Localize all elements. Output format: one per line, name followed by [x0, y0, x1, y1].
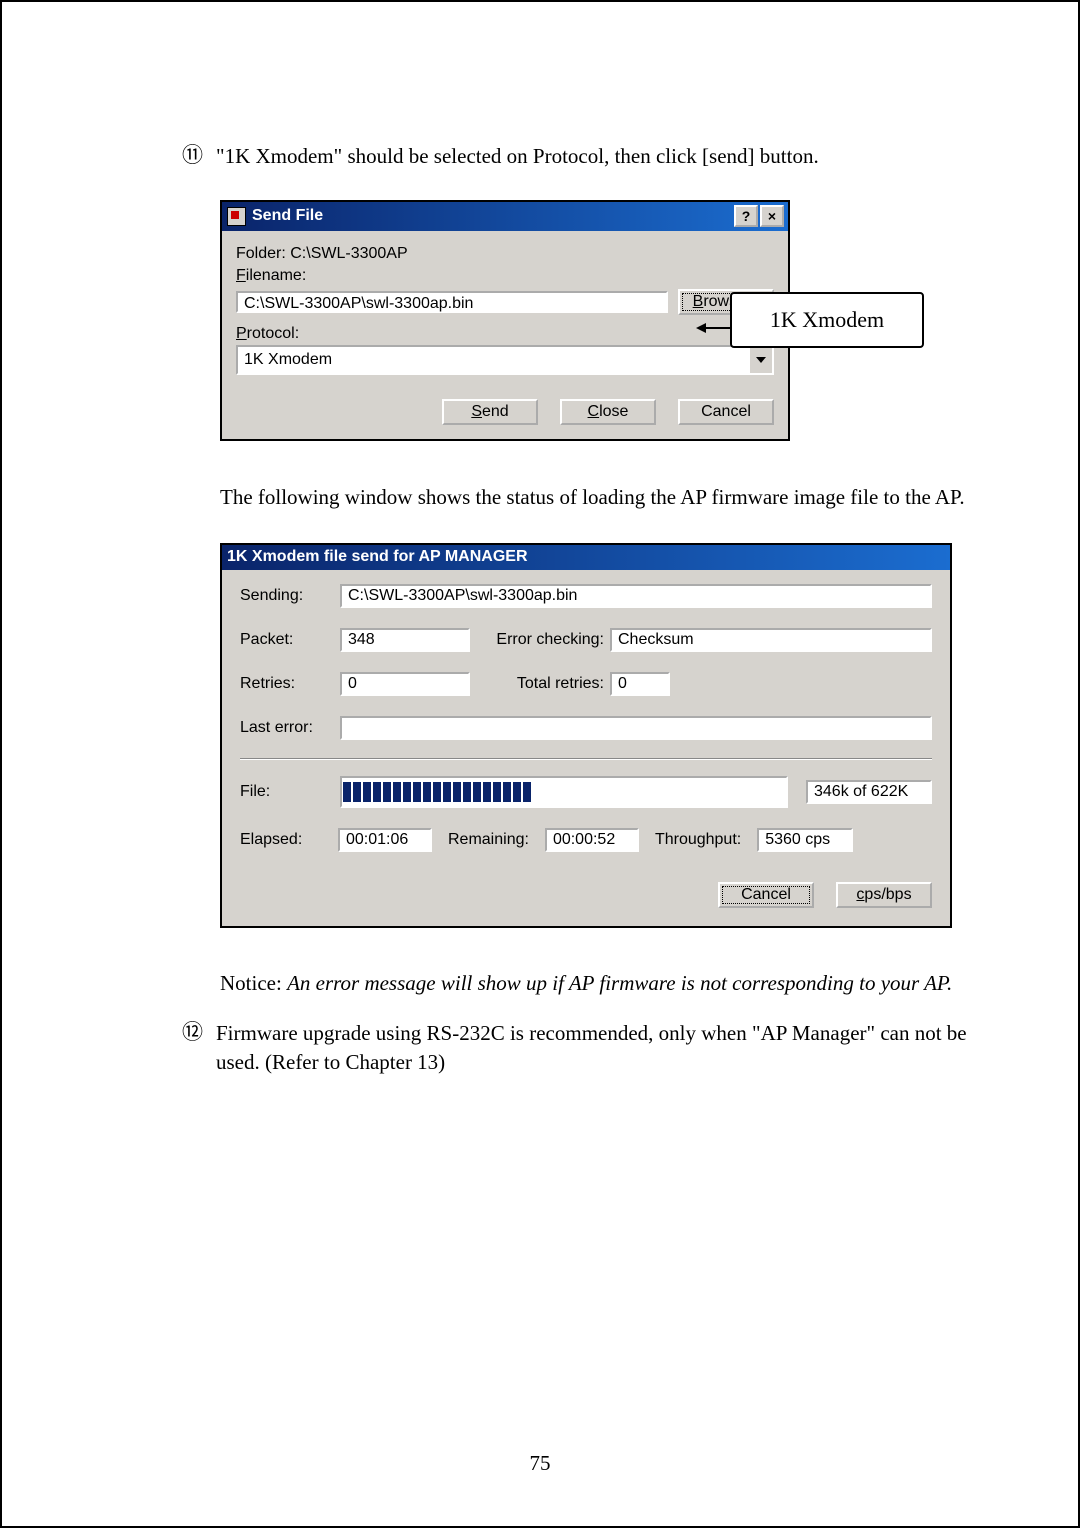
- throughput-label: Throughput:: [655, 831, 741, 849]
- cpsbps-button[interactable]: cps/bps: [836, 882, 932, 908]
- remaining-value: 00:00:52: [545, 828, 639, 852]
- protocol-value: 1K Xmodem: [238, 351, 748, 369]
- sending-value: C:\SWL-3300AP\swl-3300ap.bin: [340, 584, 932, 608]
- errorchecking-value: Checksum: [610, 628, 932, 652]
- remaining-label: Remaining:: [448, 831, 529, 849]
- send-button[interactable]: Send: [442, 399, 538, 425]
- cancel-transfer-button[interactable]: Cancel: [718, 882, 814, 908]
- progress-titlebar: 1K Xmodem file send for AP MANAGER: [222, 545, 950, 570]
- lasterror-value: [340, 716, 932, 740]
- send-file-dialog: Send File ? × Folder: C:\SWL-3300AP File…: [220, 200, 790, 441]
- progress-title: 1K Xmodem file send for AP MANAGER: [227, 548, 946, 566]
- help-button[interactable]: ?: [734, 205, 758, 227]
- packet-label: Packet:: [240, 631, 340, 649]
- totalretries-value: 0: [610, 672, 670, 696]
- chevron-down-icon[interactable]: [748, 347, 772, 373]
- sending-label: Sending:: [240, 587, 340, 605]
- callout-box: 1K Xmodem: [730, 292, 924, 348]
- step-12-number: ⑫: [182, 1019, 216, 1047]
- throughput-value: 5360 cps: [757, 828, 853, 852]
- file-progressbar: [340, 776, 788, 808]
- cancel-button[interactable]: Cancel: [678, 399, 774, 425]
- step-11-text: "1K Xmodem" should be selected on Protoc…: [216, 142, 819, 170]
- protocol-label: Protocol:: [236, 325, 774, 343]
- elapsed-value: 00:01:06: [338, 828, 432, 852]
- totalretries-label: Total retries:: [470, 675, 610, 693]
- step-11-number: ⑪: [182, 142, 216, 170]
- errorchecking-label: Error checking:: [470, 631, 610, 649]
- protocol-select[interactable]: 1K Xmodem: [236, 345, 774, 375]
- page-number: 75: [2, 1451, 1078, 1476]
- retries-value: 0: [340, 672, 470, 696]
- folder-label: Folder: C:\SWL-3300AP: [236, 245, 774, 263]
- filename-label: Filename:: [236, 267, 774, 285]
- send-file-titlebar: Send File ? ×: [222, 202, 788, 231]
- close-dialog-button[interactable]: Close: [560, 399, 656, 425]
- close-button[interactable]: ×: [760, 205, 784, 227]
- send-file-title: Send File: [252, 207, 732, 225]
- app-icon: [227, 207, 246, 226]
- lasterror-label: Last error:: [240, 719, 340, 737]
- notice-text: Notice: An error message will show up if…: [220, 968, 988, 1000]
- separator: [240, 758, 932, 760]
- filename-input[interactable]: C:\SWL-3300AP\swl-3300ap.bin: [236, 291, 668, 313]
- caption-text: The following window shows the status of…: [220, 481, 988, 515]
- packet-value: 348: [340, 628, 470, 652]
- file-progress-text: 346k of 622K: [806, 780, 932, 804]
- retries-label: Retries:: [240, 675, 340, 693]
- file-label: File:: [240, 783, 322, 801]
- step-12-text: Firmware upgrade using RS-232C is recomm…: [216, 1019, 988, 1076]
- progress-dialog: 1K Xmodem file send for AP MANAGER Sendi…: [220, 543, 952, 928]
- elapsed-label: Elapsed:: [240, 831, 322, 849]
